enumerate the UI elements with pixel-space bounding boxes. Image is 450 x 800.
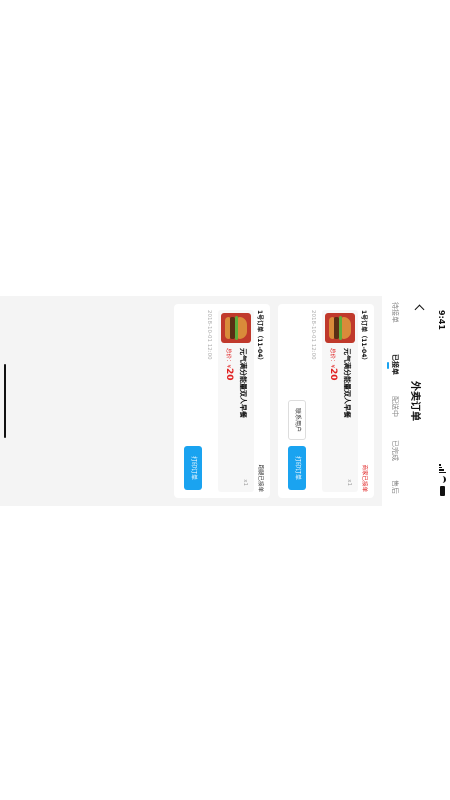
contact-user-button[interactable]: 联系用户 (288, 400, 306, 440)
order-total: 总价：¥20 (328, 348, 338, 381)
order-tabs: 待接单 已接单 配送中 已完成 售后 (382, 296, 404, 506)
total-label: 总价： (225, 348, 231, 365)
burger-thumbnail-icon (221, 313, 251, 343)
app-content: 9:41 外卖订单 待接单 已接单 配送中 已完成 售后 1号订单（11-04） (0, 296, 450, 506)
battery-icon (440, 486, 445, 496)
active-tab-indicator (387, 362, 389, 369)
order-card: 1号订单（11-04） 商家已接单 元气满分能量双人早餐 x1 总价：¥20 2… (278, 304, 374, 498)
nav-bar: 外卖订单 (404, 296, 428, 506)
tab-delivering[interactable]: 配送中 (390, 396, 400, 417)
product-row[interactable]: 元气满分能量双人早餐 x1 总价：¥20 (322, 310, 358, 492)
product-quantity: x1 (346, 479, 352, 486)
order-total: 总价：¥20 (224, 348, 234, 381)
print-order-button[interactable]: 打印订单 (184, 446, 202, 490)
tab-pending[interactable]: 待接单 (390, 302, 400, 323)
tab-accepted[interactable]: 已接单 (390, 354, 400, 375)
total-label: 总价： (329, 348, 335, 365)
rotated-screen: 9:41 外卖订单 待接单 已接单 配送中 已完成 售后 1号订单（11-04） (0, 296, 450, 506)
status-time: 9:41 (437, 310, 446, 330)
tab-completed[interactable]: 已完成 (390, 440, 400, 461)
order-id: 1号订单（11-04） (256, 310, 263, 364)
order-card: 1号订单（11-04） 跑腿已接单 元气满分能量双人早餐 x1 总价：¥20 2… (174, 304, 270, 498)
order-id: 1号订单（11-04） (360, 310, 367, 364)
status-icons (439, 464, 446, 496)
wifi-icon (439, 476, 446, 483)
page-title: 外卖订单 (409, 381, 420, 421)
signal-icon (439, 464, 446, 473)
product-quantity: x1 (242, 479, 248, 486)
status-bar: 9:41 (428, 296, 450, 506)
burger-thumbnail-icon (325, 313, 355, 343)
product-row[interactable]: 元气满分能量双人早餐 x1 总价：¥20 (218, 310, 254, 492)
total-amount: 20 (224, 368, 234, 381)
order-list[interactable]: 1号订单（11-04） 商家已接单 元气满分能量双人早餐 x1 总价：¥20 2… (0, 296, 382, 506)
total-amount: 20 (328, 368, 338, 381)
product-name: 元气满分能量双人早餐 (239, 348, 247, 418)
order-datetime: 2018-10-01 12:00 (206, 310, 212, 360)
order-status: 商家已接单 (361, 464, 367, 492)
order-datetime: 2018-10-01 12:00 (310, 310, 316, 360)
home-indicator[interactable] (4, 364, 6, 438)
print-order-button[interactable]: 打印订单 (288, 446, 306, 490)
tab-after-sales[interactable]: 售后 (390, 480, 400, 494)
order-status: 跑腿已接单 (257, 464, 263, 492)
product-name: 元气满分能量双人早餐 (343, 348, 351, 418)
